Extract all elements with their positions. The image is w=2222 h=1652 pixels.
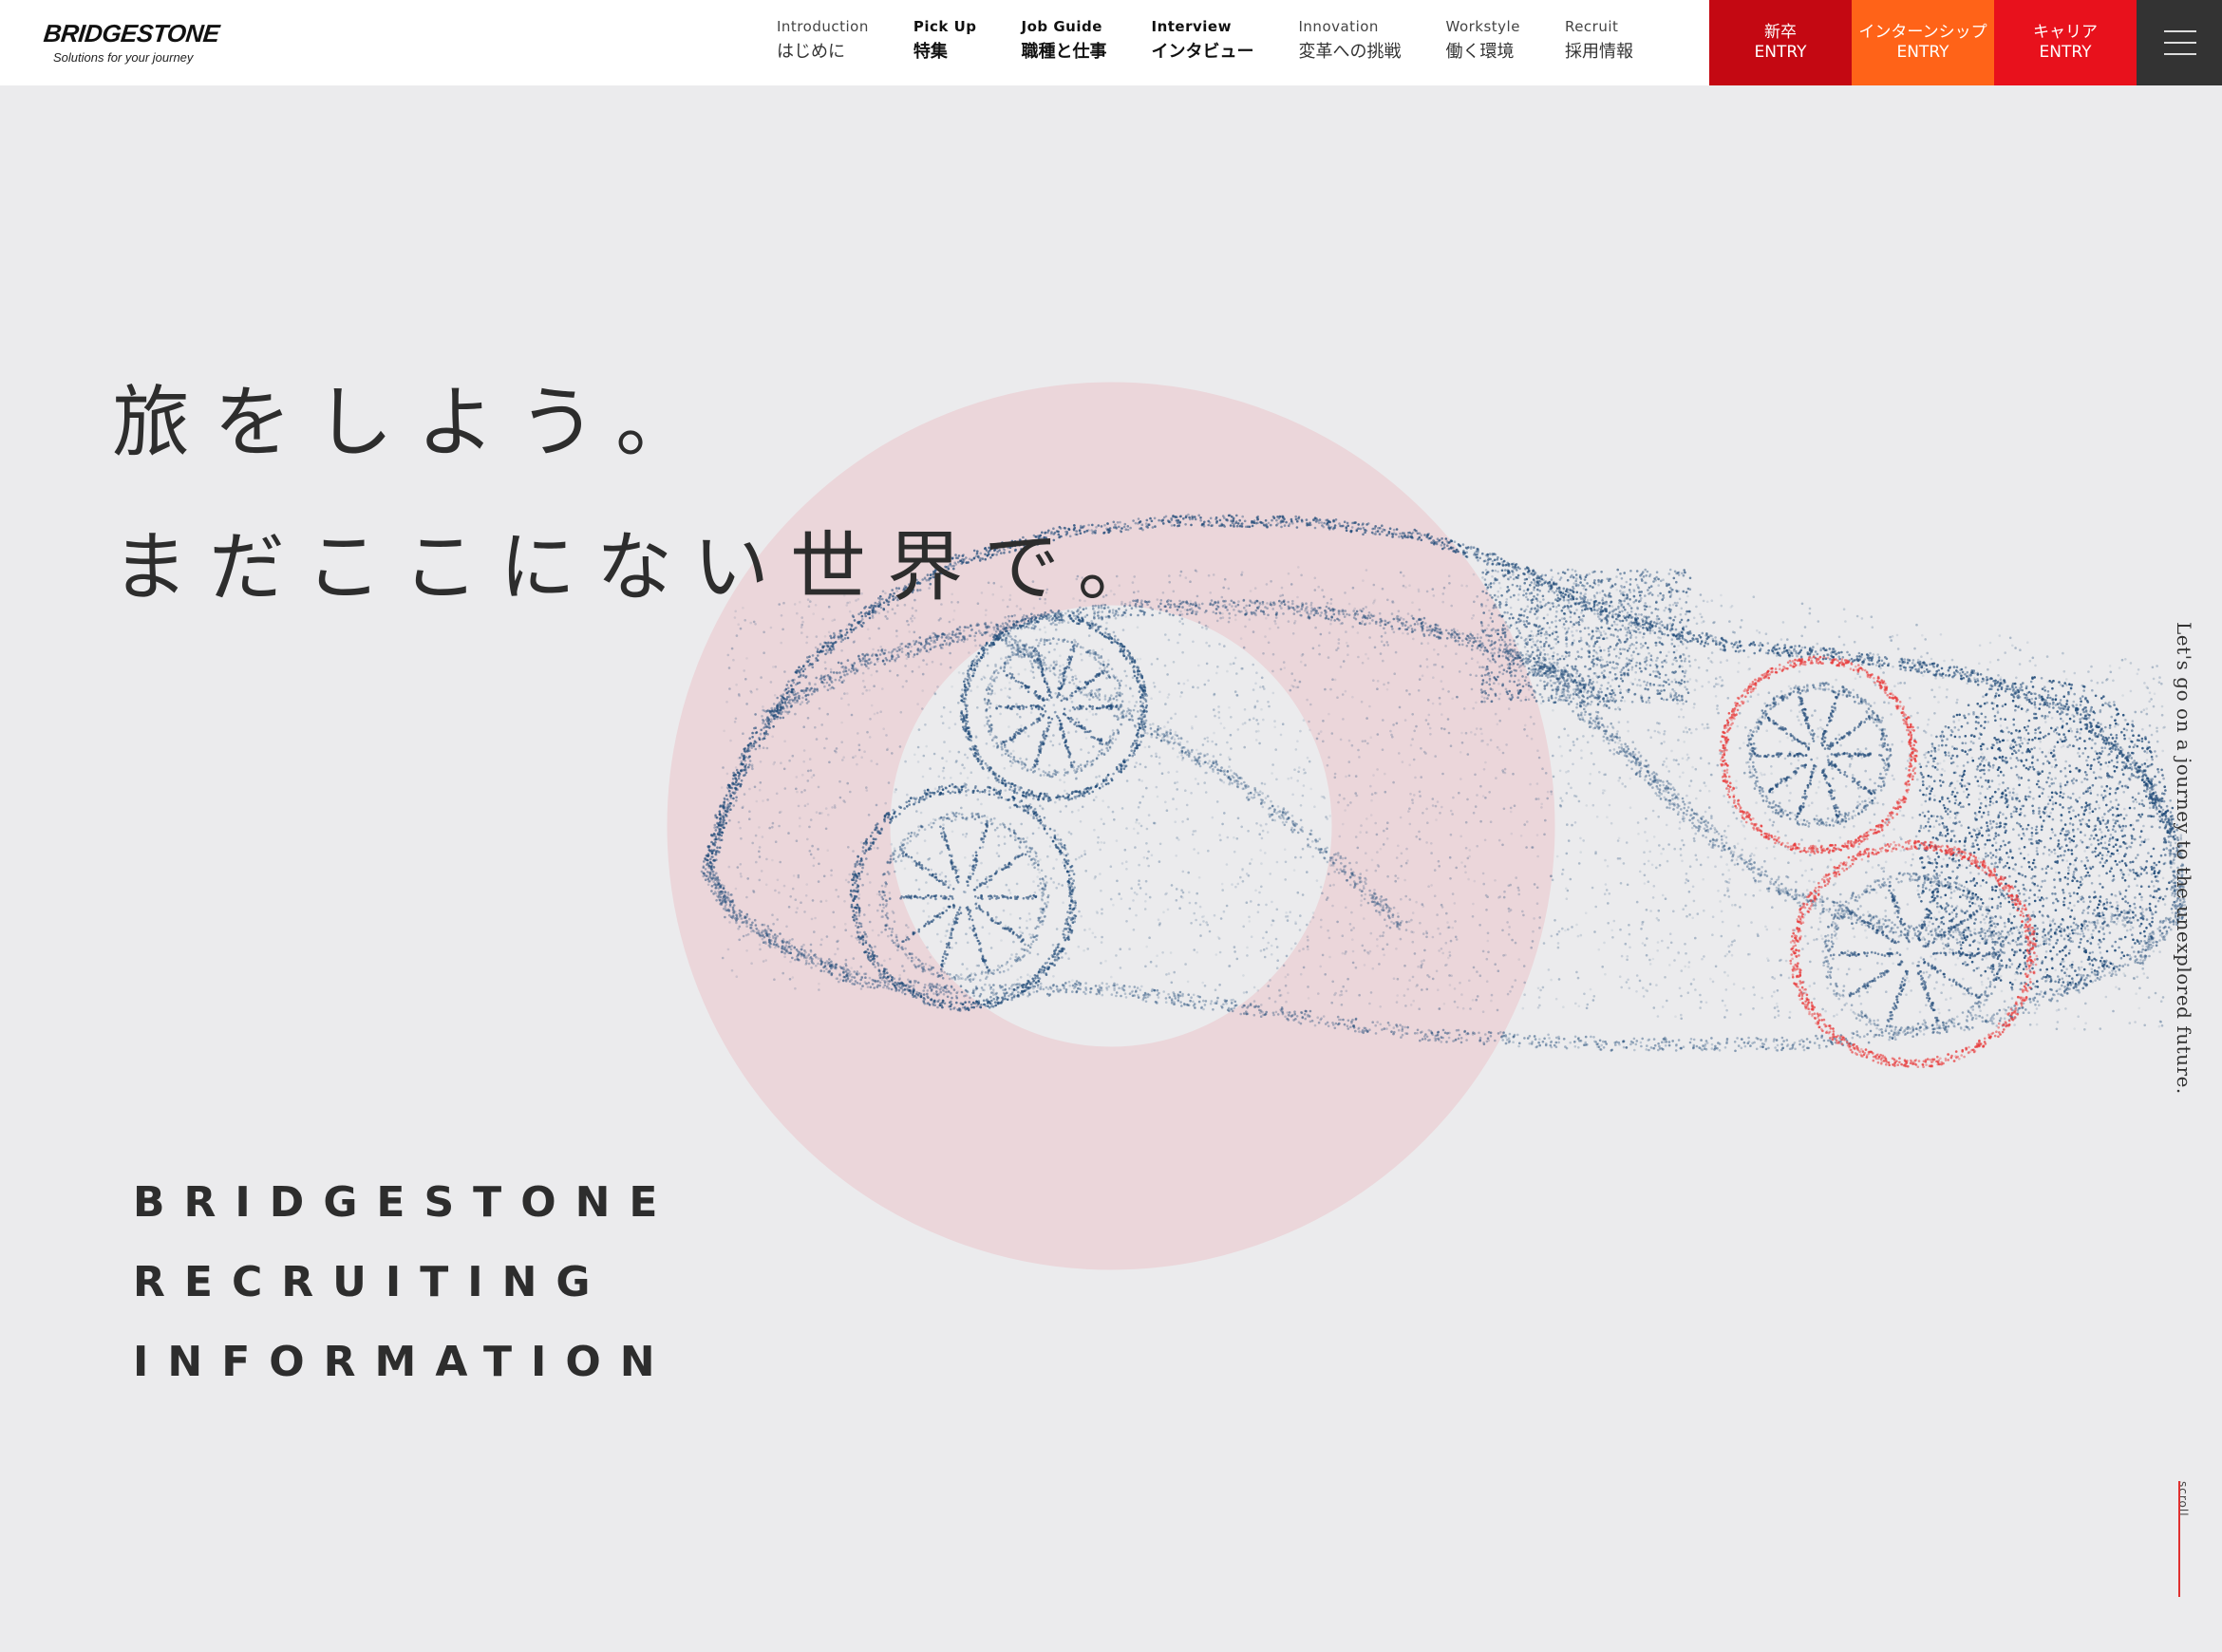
new-grad-entry-sub: ENTRY: [1755, 43, 1807, 63]
bridgestone-logo[interactable]: BRIDGESTONE Solutions for your journey: [44, 19, 224, 66]
nav-innovation-en: Innovation: [1299, 15, 1402, 38]
hamburger-menu-button[interactable]: [2137, 0, 2222, 85]
hero-catchcopy: 旅をしよう。 まだここにない世界で。: [112, 385, 1175, 607]
logo-tagline: Solutions for your journey: [44, 50, 224, 65]
site-header: BRIDGESTONE Solutions for your journey I…: [0, 0, 2222, 85]
global-nav: Introduction はじめに Pick Up 特集 Job Guide 職…: [777, 15, 1678, 72]
nav-innovation-jp: 変革への挑戦: [1299, 38, 1402, 66]
internship-entry-sub: ENTRY: [1897, 43, 1949, 63]
recruiting-information-title: BRIDGESTONE RECRUITING INFORMATION: [133, 1182, 676, 1421]
internship-entry-button[interactable]: インターンシップ ENTRY: [1852, 0, 1994, 85]
new-grad-entry-button[interactable]: 新卒 ENTRY: [1709, 0, 1852, 85]
scroll-indicator-line: [2178, 1481, 2180, 1597]
nav-interview-jp: インタビュー: [1152, 38, 1254, 66]
nav-workstyle-jp: 働く環境: [1446, 38, 1520, 66]
vertical-tagline: Let's go on a journey to the unexplored …: [2173, 622, 2195, 1095]
new-grad-entry-label: 新卒: [1764, 23, 1797, 43]
nav-recruit-jp: 採用情報: [1565, 38, 1633, 66]
recruit-title-line-3: INFORMATION: [133, 1342, 676, 1383]
nav-pick-up-en: Pick Up: [913, 15, 977, 38]
career-entry-label: キャリア: [2033, 23, 2098, 43]
catchcopy-line-2: まだここにない世界で。: [112, 529, 1175, 607]
nav-introduction[interactable]: Introduction はじめに: [777, 15, 869, 72]
nav-introduction-en: Introduction: [777, 15, 869, 38]
nav-innovation[interactable]: Innovation 変革への挑戦: [1299, 15, 1402, 72]
nav-recruit[interactable]: Recruit 採用情報: [1565, 15, 1633, 72]
recruit-title-line-2: RECRUITING: [133, 1262, 676, 1304]
nav-interview-en: Interview: [1152, 15, 1254, 38]
career-entry-sub: ENTRY: [2040, 43, 2092, 63]
career-entry-button[interactable]: キャリア ENTRY: [1994, 0, 2137, 85]
nav-workstyle[interactable]: Workstyle 働く環境: [1446, 15, 1520, 72]
nav-introduction-jp: はじめに: [777, 38, 869, 66]
logo-wordmark: BRIDGESTONE: [42, 19, 225, 48]
recruit-title-line-1: BRIDGESTONE: [133, 1182, 676, 1224]
nav-workstyle-en: Workstyle: [1446, 15, 1520, 38]
nav-job-guide[interactable]: Job Guide 職種と仕事: [1022, 15, 1107, 72]
nav-recruit-en: Recruit: [1565, 15, 1633, 38]
nav-pick-up-jp: 特集: [913, 38, 977, 66]
catchcopy-line-1: 旅をしよう。: [112, 385, 1175, 462]
nav-job-guide-en: Job Guide: [1022, 15, 1107, 38]
nav-job-guide-jp: 職種と仕事: [1022, 38, 1107, 66]
internship-entry-label: インターンシップ: [1858, 23, 1987, 43]
nav-pick-up[interactable]: Pick Up 特集: [913, 15, 977, 72]
nav-interview[interactable]: Interview インタビュー: [1152, 15, 1254, 72]
